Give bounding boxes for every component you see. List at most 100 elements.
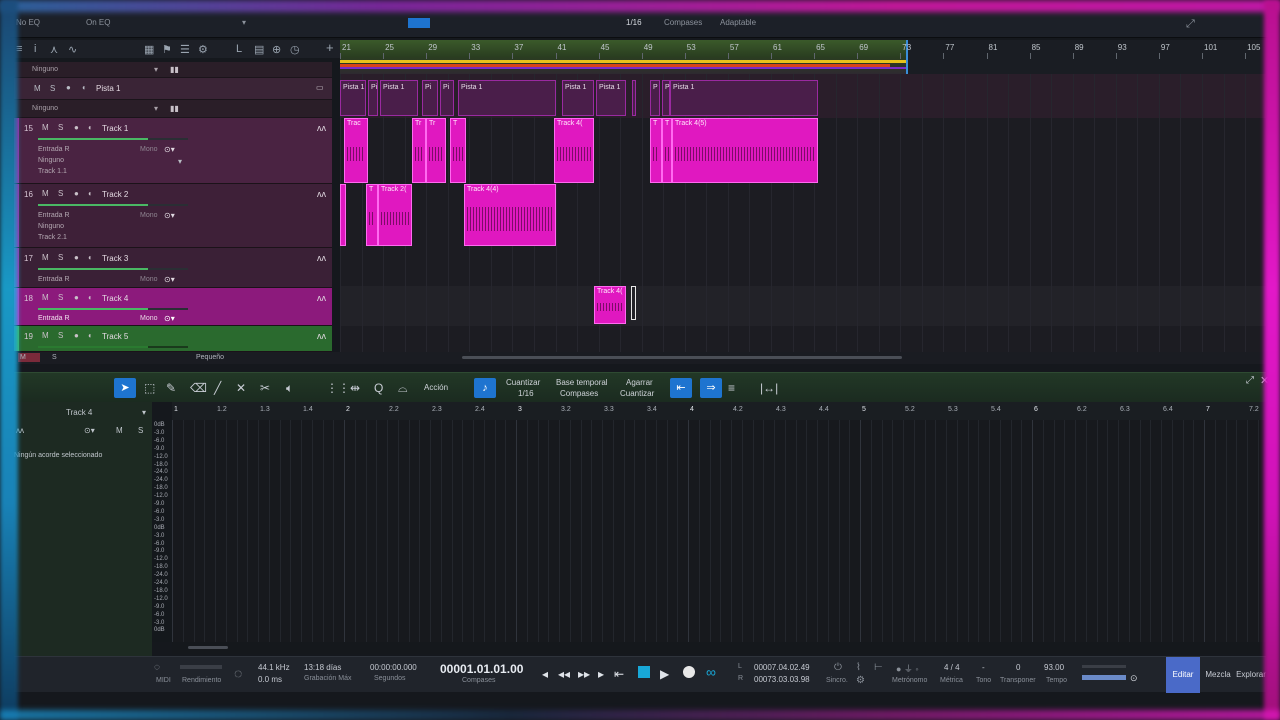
film-icon[interactable]: ▤ — [254, 43, 264, 56]
sync-icon[interactable]: ⏻ — [834, 662, 842, 673]
speaker-icon[interactable]: 🔈︎ — [286, 381, 293, 396]
mute-button[interactable]: M — [34, 84, 41, 93]
loop-end[interactable]: 00073.03.03.98 — [754, 675, 810, 684]
position-label[interactable]: Compases — [462, 677, 495, 684]
folder-clip[interactable]: Pi — [368, 80, 378, 116]
folder-clip[interactable]: Pi — [440, 80, 454, 116]
loop-icon[interactable]: ∞ — [706, 664, 716, 680]
waveform-icon[interactable]: ʌʌ — [317, 189, 326, 199]
audio-clip[interactable] — [340, 184, 346, 246]
toggle-icon[interactable]: ⊙▾ — [164, 275, 175, 284]
toggle-icon[interactable]: ⊙▾ — [164, 145, 175, 154]
audio-clip[interactable]: T — [650, 118, 662, 183]
time-signature[interactable]: 4 / 4 — [944, 663, 960, 672]
edit-cursor[interactable] — [631, 286, 636, 320]
snap-value[interactable]: 1/16 — [626, 18, 642, 27]
toggle-icon[interactable]: ⊙▾ — [164, 211, 175, 220]
chevron-down-icon[interactable]: ▾ — [154, 65, 158, 74]
list-icon[interactable]: ☰ — [180, 43, 190, 56]
volume-slider[interactable] — [1082, 665, 1126, 668]
track-name[interactable]: Track 2 — [102, 190, 128, 199]
mute-button[interactable]: M — [42, 123, 49, 132]
stretch-icon[interactable]: ⇹ — [350, 381, 360, 395]
split-tool-icon[interactable]: ✂ — [260, 381, 270, 395]
audio-clip[interactable]: Trac — [344, 118, 368, 183]
track-name[interactable]: Track 1 — [102, 124, 128, 133]
waveform-icon[interactable]: ʌʌ — [317, 253, 326, 263]
key-value[interactable]: - — [982, 663, 985, 672]
curve-icon[interactable]: ∿ — [68, 43, 77, 56]
input-select[interactable]: Entrada R — [38, 212, 70, 219]
record-icon[interactable]: ● — [74, 331, 79, 340]
loop-start[interactable]: 00007.04.02.49 — [754, 663, 810, 672]
automation-icon[interactable]: ⋏ — [50, 43, 58, 56]
audio-clip[interactable]: Track 4(4) — [464, 184, 556, 246]
solo-button[interactable]: S — [58, 123, 63, 132]
timebase-value[interactable]: Compases — [560, 389, 598, 398]
action-menu[interactable]: Acción — [424, 383, 448, 392]
folder-clip[interactable]: Pista 1 — [670, 80, 818, 116]
toggle-icon[interactable]: ⊙ — [1130, 673, 1138, 684]
input-select[interactable]: Entrada R — [38, 276, 70, 283]
record-icon[interactable]: ● — [66, 83, 71, 92]
quantize-icon[interactable]: ♪ — [474, 378, 496, 398]
flag-icon[interactable]: ⚑ — [162, 43, 172, 56]
monitor-icon[interactable]: ◐ — [88, 189, 93, 198]
arrow-tool-icon[interactable]: ➤ — [114, 378, 136, 398]
editor-grid[interactable] — [172, 420, 1266, 642]
track-header-19[interactable]: 19 M S ● ◐ Track 5 ʌʌ — [14, 326, 332, 352]
folder-clip[interactable]: P — [662, 80, 670, 116]
metronome-icon[interactable]: ● ⏚ ◦ — [896, 662, 919, 675]
gear-icon[interactable]: ⚙ — [856, 675, 865, 686]
lanes-icon[interactable]: ≡ — [728, 381, 735, 395]
paint-icon[interactable]: ╱ — [214, 381, 221, 395]
track-size-select[interactable]: Pequeño — [196, 354, 224, 361]
bend-icon[interactable]: ⋮⋮ — [326, 381, 350, 395]
folder-icon[interactable]: ▭ — [316, 83, 324, 92]
monitor-icon[interactable]: ◐ — [82, 83, 87, 92]
pencil-icon[interactable]: ✎ — [166, 381, 176, 395]
editor-ruler[interactable]: 1 1.2 1.3 1.4 2 2.2 2.3 2.4 3 3.2 3.3 3.4 4 4.2 4.3 4.4… — [172, 402, 1266, 420]
time-seconds[interactable]: 00:00:00.000 — [370, 663, 417, 672]
track-name[interactable]: Track 5 — [102, 332, 128, 341]
mute-button[interactable]: M — [116, 426, 123, 435]
precount-icon[interactable]: ⌇ — [856, 662, 861, 673]
folder-clip[interactable] — [632, 80, 636, 116]
mute-button[interactable]: M — [42, 331, 49, 340]
listen-icon[interactable]: ⌓ — [398, 381, 408, 396]
audio-clip[interactable]: Track 4( — [554, 118, 594, 183]
loop-active-indicator[interactable] — [408, 18, 430, 28]
folder-name[interactable]: Pista 1 — [96, 84, 120, 93]
fullscreen-icon[interactable]: ⤢ — [1186, 18, 1195, 31]
timebase-select[interactable]: Compases — [664, 18, 702, 27]
mute-button[interactable]: M — [42, 189, 49, 198]
volume-fader[interactable] — [38, 346, 188, 348]
grid-icon[interactable]: ▦ — [144, 43, 154, 56]
audio-clip[interactable]: Track 2( — [378, 184, 412, 246]
fast-forward-icon[interactable]: ▸▸ — [578, 667, 590, 681]
audio-clip[interactable]: Track 4( — [594, 286, 626, 324]
zoom-fit-icon[interactable]: |↔| — [760, 381, 778, 395]
volume-fader[interactable] — [38, 308, 188, 310]
editor-track-name[interactable]: Track 4 — [66, 408, 92, 417]
previous-marker-icon[interactable]: ◂ — [542, 667, 548, 681]
add-track-icon[interactable]: + — [326, 40, 334, 55]
mute-tool-icon[interactable]: ✕ — [236, 381, 246, 395]
solo-button[interactable]: S — [138, 426, 143, 435]
audio-clip[interactable]: Tr — [412, 118, 426, 183]
track-name[interactable]: Track 4 — [102, 294, 128, 303]
folder-clip[interactable]: Pista 1 — [340, 80, 366, 116]
folder-clip[interactable]: P — [650, 80, 660, 116]
mute-button[interactable]: M — [42, 253, 49, 262]
waveform-icon[interactable]: ʌʌ — [317, 331, 326, 341]
audio-clip[interactable]: Tr — [426, 118, 446, 183]
range-tool-icon[interactable]: ⬚ — [144, 381, 155, 395]
track-name[interactable]: Track 3 — [102, 254, 128, 263]
folder-clip[interactable]: Pista 1 — [380, 80, 418, 116]
channel-select[interactable]: Track 1.1 — [38, 168, 67, 175]
snap-toggle-icon[interactable]: ⇤ — [670, 378, 692, 398]
folder-clip[interactable]: Pista 1 — [458, 80, 556, 116]
arrangement-scrollbar[interactable] — [462, 356, 902, 359]
record-icon[interactable]: ● — [74, 293, 79, 302]
input-select[interactable]: Entrada R — [38, 315, 70, 322]
